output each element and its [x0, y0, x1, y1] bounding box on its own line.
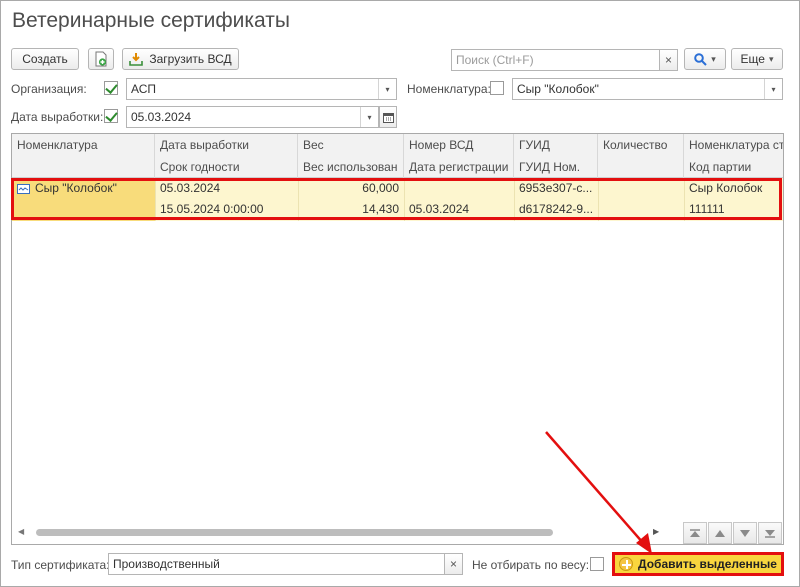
more-button[interactable]: Еще ▾ — [731, 48, 783, 70]
cell-guid[interactable]: 6953e307-c... — [514, 178, 598, 199]
scrollbar-thumb[interactable] — [36, 529, 553, 536]
horizontal-scrollbar[interactable]: ◀ ▶ — [12, 522, 783, 544]
column-header-weight-used[interactable]: Вес использован — [298, 156, 404, 178]
search-input[interactable]: Поиск (Ctrl+F) — [451, 49, 660, 71]
column-header-weight[interactable]: Вес — [298, 134, 404, 156]
magnifier-icon — [694, 52, 707, 66]
annotation-arrow — [545, 431, 652, 554]
column-header-quantity[interactable]: Количество — [598, 134, 684, 178]
cell-weight-used[interactable]: 14,430 — [298, 199, 404, 220]
chevron-down-icon[interactable]: ▾ — [764, 79, 782, 99]
column-header-row-nomenclature[interactable]: Номенклатура строки — [684, 134, 783, 156]
table-header: Номенклатура Дата выработки Вес Номер ВС… — [12, 134, 783, 178]
download-icon — [129, 53, 144, 66]
column-header-guid[interactable]: ГУИД — [514, 134, 598, 156]
chevron-down-icon: ▾ — [768, 53, 774, 64]
cell-quantity[interactable] — [598, 178, 684, 199]
move-down-icon[interactable] — [733, 522, 757, 544]
cell-expiry[interactable]: 15.05.2024 0:00:00 — [155, 199, 298, 220]
column-header-batch-code[interactable]: Код партии — [684, 156, 783, 178]
column-header-guid-nom[interactable]: ГУИД Ном. — [514, 156, 598, 178]
column-header-vsd-number[interactable]: Номер ВСД — [404, 134, 514, 156]
more-label: Еще — [740, 52, 765, 66]
production-date-label: Дата выработки: — [11, 110, 104, 124]
cert-type-clear-icon[interactable]: × — [444, 553, 463, 575]
nomenclature-value: Сыр "Колобок" — [517, 82, 599, 96]
nomenclature-value: Сыр "Колобок" — [35, 181, 117, 195]
cert-type-value: Производственный — [113, 557, 220, 571]
nomenclature-label: Номенклатура: — [407, 82, 491, 96]
calendar-button[interactable] — [379, 106, 397, 128]
chevron-down-icon[interactable]: ▾ — [360, 107, 378, 127]
no-weight-label: Не отбирать по весу: — [472, 558, 590, 572]
cell-production-date[interactable]: 05.03.2024 — [155, 178, 298, 199]
cell-vsd-number[interactable] — [404, 178, 514, 199]
search-clear-icon[interactable]: × — [659, 49, 678, 71]
load-vsd-label: Загрузить ВСД — [149, 52, 232, 66]
production-date-value: 05.03.2024 — [131, 110, 192, 124]
cell-nomenclature[interactable]: Сыр "Колобок" — [12, 178, 155, 199]
production-date-checkbox[interactable] — [104, 109, 118, 123]
cell-weight[interactable]: 60,000 — [298, 178, 404, 199]
column-header-production-date[interactable]: Дата выработки — [155, 134, 298, 156]
cell-guid-nom[interactable]: d6178242-9... — [514, 199, 598, 220]
move-last-icon[interactable] — [758, 522, 782, 544]
column-header-nomenclature[interactable]: Номенклатура — [12, 134, 155, 178]
cell-batch-code[interactable]: 111111 — [684, 199, 783, 220]
certificate-icon — [17, 183, 30, 194]
move-first-icon[interactable] — [683, 522, 707, 544]
table-row[interactable]: Сыр "Колобок" 05.03.2024 15.05.2024 0:00… — [12, 178, 783, 221]
load-vsd-button[interactable]: Загрузить ВСД — [122, 48, 239, 70]
copy-button[interactable] — [88, 48, 114, 70]
production-date-field[interactable]: 05.03.2024 ▾ — [126, 106, 379, 128]
add-selected-label: Добавить выделенные — [638, 557, 777, 571]
page-title: Ветеринарные сертификаты — [12, 9, 290, 32]
cell-registration-date[interactable]: 05.03.2024 — [404, 199, 514, 220]
cert-type-label: Тип сертификата: — [11, 558, 110, 572]
create-button[interactable]: Создать — [11, 48, 79, 70]
nomenclature-field[interactable]: Сыр "Колобок" ▾ — [512, 78, 783, 100]
column-header-registration-date[interactable]: Дата регистрации — [404, 156, 514, 178]
nomenclature-checkbox[interactable] — [490, 81, 504, 95]
organization-field[interactable]: АСП ▾ — [126, 78, 397, 100]
chevron-down-icon: ▾ — [711, 53, 716, 64]
cell-row-nomenclature[interactable]: Сыр Колобок — [684, 178, 783, 199]
cert-type-field[interactable]: Производственный — [108, 553, 445, 575]
search-placeholder: Поиск (Ctrl+F) — [456, 53, 534, 67]
no-weight-checkbox[interactable] — [590, 557, 604, 571]
document-add-icon — [95, 51, 107, 67]
certificates-table[interactable]: Номенклатура Дата выработки Вес Номер ВС… — [11, 133, 784, 545]
column-header-expiry[interactable]: Срок годности — [155, 156, 298, 178]
calendar-icon — [382, 112, 394, 123]
scroll-left-icon[interactable]: ◀ — [18, 527, 24, 536]
chevron-down-icon[interactable]: ▾ — [378, 79, 396, 99]
add-icon — [619, 557, 634, 571]
move-up-icon[interactable] — [708, 522, 732, 544]
organization-label: Организация: — [11, 82, 87, 96]
search-button[interactable]: ▾ — [684, 48, 726, 70]
add-selected-button[interactable]: Добавить выделенные — [612, 552, 784, 576]
organization-value: АСП — [131, 82, 157, 96]
organization-checkbox[interactable] — [104, 81, 118, 95]
